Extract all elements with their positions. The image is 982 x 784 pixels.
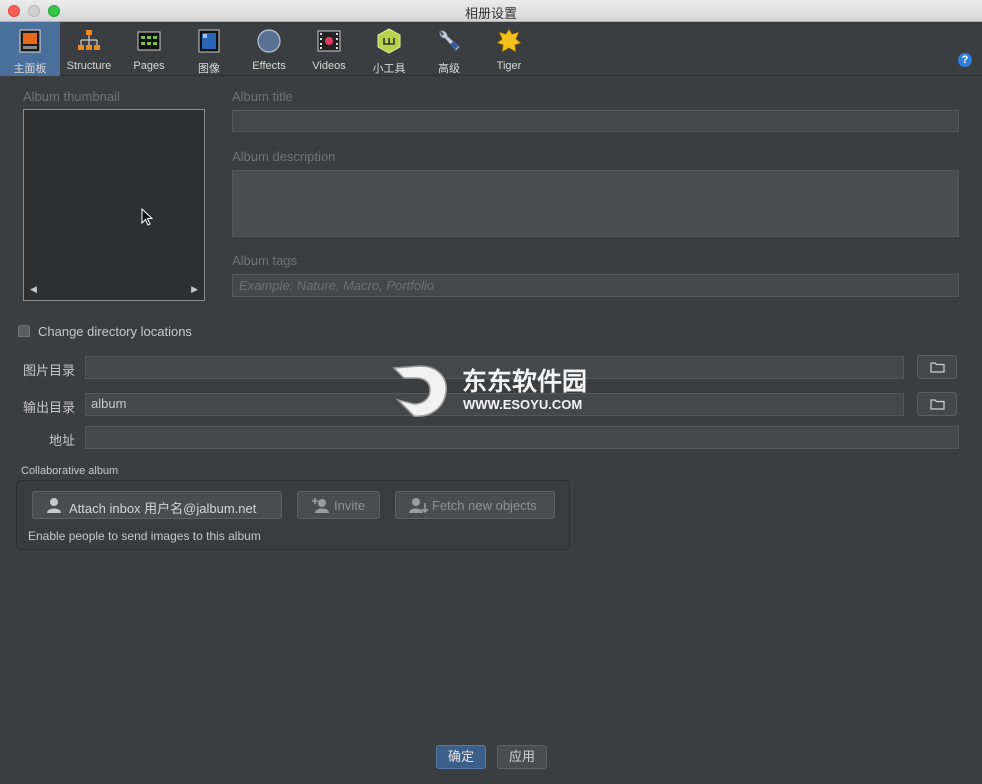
user-icon <box>47 498 61 513</box>
title-bar: 相册设置 <box>0 0 982 22</box>
image-icon <box>198 29 220 53</box>
toolbar: 主面板 Structure Pages 图像 Effects Videos 小工… <box>0 22 982 76</box>
watermark-logo-icon <box>392 365 447 417</box>
effects-icon <box>257 29 281 53</box>
address-label: 地址 <box>49 433 76 448</box>
album-title-label: Album title <box>232 89 293 104</box>
album-tags-label: Album tags <box>232 253 298 268</box>
invite-button[interactable]: Invite <box>297 491 380 519</box>
window-title: 相册设置 <box>464 6 517 21</box>
collab-hint: Enable people to send images to this alb… <box>28 529 261 543</box>
add-user-icon <box>312 498 329 513</box>
pages-icon <box>137 31 161 51</box>
help-icon[interactable]: ? <box>958 53 972 67</box>
watermark-url: WWW.ESOYU.COM <box>463 397 583 412</box>
tab-structure[interactable]: Structure <box>59 22 119 76</box>
tab-images[interactable]: 图像 <box>179 22 239 76</box>
album-title-input[interactable] <box>232 110 959 132</box>
address-input[interactable] <box>85 426 959 449</box>
folder-icon <box>930 362 945 373</box>
change-directory-checkbox[interactable] <box>18 325 30 337</box>
album-thumbnail[interactable]: ◀ ▶ <box>23 109 205 301</box>
widgets-icon <box>377 28 401 54</box>
ok-button[interactable]: 确定 <box>436 745 486 769</box>
output-directory-browse-button[interactable] <box>917 392 957 416</box>
album-description-label: Album description <box>232 149 336 164</box>
tab-videos[interactable]: Videos <box>299 22 359 76</box>
album-description-input[interactable] <box>232 170 959 237</box>
image-directory-label: 图片目录 <box>23 363 76 378</box>
thumbnail-next-icon[interactable]: ▶ <box>191 284 198 295</box>
tab-widgets[interactable]: 小工具 <box>359 22 419 76</box>
apply-button[interactable]: 应用 <box>497 745 547 769</box>
tab-advanced[interactable]: 高级 <box>419 22 479 76</box>
tab-tiger[interactable]: Tiger <box>479 22 539 76</box>
panel-icon <box>19 29 41 53</box>
tab-main-panel[interactable]: 主面板 <box>0 22 60 76</box>
watermark: 东东软件园 WWW.ESOYU.COM <box>390 360 600 422</box>
videos-icon <box>317 30 341 52</box>
mouse-cursor-icon <box>141 208 153 226</box>
folder-icon <box>930 399 945 410</box>
tab-pages[interactable]: Pages <box>119 22 179 76</box>
collab-title: Collaborative album <box>21 465 119 477</box>
attach-inbox-button[interactable]: Attach inbox 用户名@jalbum.net <box>32 491 282 519</box>
change-directory-label: Change directory locations <box>38 324 192 339</box>
output-directory-label: 输出目录 <box>23 400 76 415</box>
tiger-icon <box>496 28 522 53</box>
fetch-new-objects-button[interactable]: Fetch new objects <box>395 491 555 519</box>
thumbnail-label: Album thumbnail <box>23 89 120 104</box>
advanced-icon <box>439 30 460 51</box>
download-user-icon <box>409 498 429 514</box>
collab-group: Attach inbox 用户名@jalbum.net Invite Fetch… <box>16 480 570 550</box>
watermark-name: 东东软件园 <box>462 367 588 396</box>
structure-icon <box>78 30 100 50</box>
tab-effects[interactable]: Effects <box>239 22 299 76</box>
image-directory-browse-button[interactable] <box>917 355 957 379</box>
album-tags-input[interactable]: Example: Nature, Macro, Portfolio <box>232 274 959 297</box>
thumbnail-prev-icon[interactable]: ◀ <box>30 284 37 295</box>
